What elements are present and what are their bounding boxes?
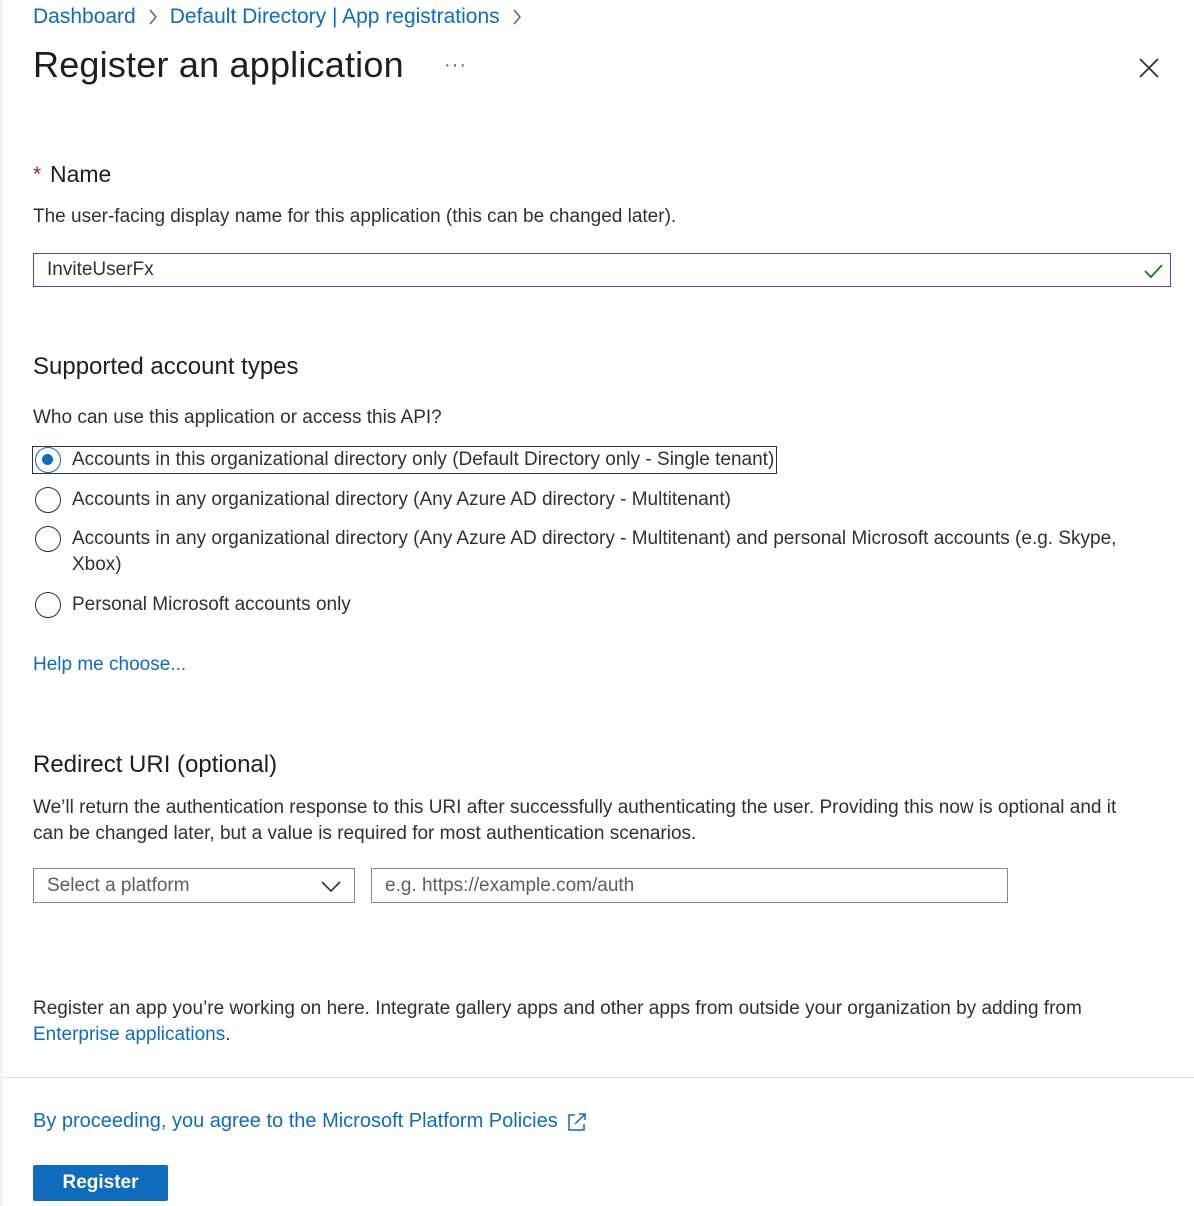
chevron-right-icon: [142, 6, 164, 28]
radio-option-label: Accounts in any organizational directory…: [72, 489, 731, 510]
more-options-button[interactable]: ···: [444, 54, 467, 77]
help-me-choose-link[interactable]: Help me choose...: [33, 654, 186, 676]
name-label: Name: [50, 161, 112, 187]
redirect-description-line1: We’ll return the authentication response…: [33, 797, 1117, 818]
close-icon[interactable]: [1137, 56, 1161, 80]
breadcrumb-dashboard-link[interactable]: Dashboard: [33, 5, 136, 29]
radio-option-label: Accounts in any organizational directory…: [72, 526, 1116, 578]
radio-button[interactable]: [35, 487, 61, 513]
name-description: The user-facing display name for this ap…: [33, 206, 677, 227]
footer-divider: [3, 1077, 1194, 1078]
footer-note-line1: Register an app you’re working on here. …: [33, 998, 1082, 1019]
footer-note: Register an app you’re working on here. …: [33, 996, 1173, 1048]
required-marker: *: [33, 163, 42, 186]
radio-button-selected[interactable]: [35, 447, 61, 473]
radio-option-multitenant[interactable]: Accounts in any organizational directory…: [33, 487, 731, 513]
name-input[interactable]: InviteUserFx: [33, 253, 1171, 287]
radio-option-multitenant-personal[interactable]: Accounts in any organizational directory…: [33, 526, 1163, 578]
radio-option-personal-only[interactable]: Personal Microsoft accounts only: [33, 592, 351, 618]
page-title: Register an application: [33, 44, 404, 85]
platform-select-value: Select a platform: [47, 874, 190, 896]
radio-option-label-line1: Accounts in any organizational directory…: [72, 528, 1117, 549]
chevron-right-icon: [506, 6, 528, 28]
enterprise-applications-link[interactable]: Enterprise applications: [33, 1024, 225, 1045]
account-types-heading: Supported account types: [33, 353, 299, 380]
radio-option-single-tenant[interactable]: Accounts in this organizational director…: [31, 446, 778, 474]
redirect-uri-description: We’ll return the authentication response…: [33, 795, 1173, 847]
redirect-uri-heading: Redirect URI (optional): [33, 751, 278, 778]
account-types-question: Who can use this application or access t…: [33, 407, 442, 428]
radio-option-label-line2: Xbox): [72, 554, 122, 575]
external-link-icon: [567, 1112, 586, 1131]
radio-button[interactable]: [35, 526, 61, 552]
radio-option-label: Personal Microsoft accounts only: [72, 594, 351, 615]
checkmark-icon: [1144, 264, 1163, 279]
platform-policies-link[interactable]: By proceeding, you agree to the Microsof…: [33, 1110, 588, 1133]
redirect-uri-input[interactable]: [371, 868, 1008, 903]
platform-policies-label: By proceeding, you agree to the Microsof…: [33, 1110, 558, 1132]
breadcrumb-app-registrations-link[interactable]: Default Directory | App registrations: [170, 5, 500, 29]
redirect-description-line2: can be changed later, but a value is req…: [33, 823, 697, 844]
breadcrumb: Dashboard Default Directory | App regist…: [33, 4, 534, 30]
radio-button[interactable]: [35, 592, 61, 618]
left-edge-divider: [0, 0, 3, 1206]
name-input-value: InviteUserFx: [47, 259, 154, 280]
register-button[interactable]: Register: [33, 1165, 168, 1201]
chevron-down-icon: [321, 881, 341, 893]
footer-note-period: .: [225, 1024, 231, 1045]
radio-option-label: Accounts in this organizational director…: [72, 449, 775, 470]
platform-select[interactable]: Select a platform: [33, 868, 355, 903]
